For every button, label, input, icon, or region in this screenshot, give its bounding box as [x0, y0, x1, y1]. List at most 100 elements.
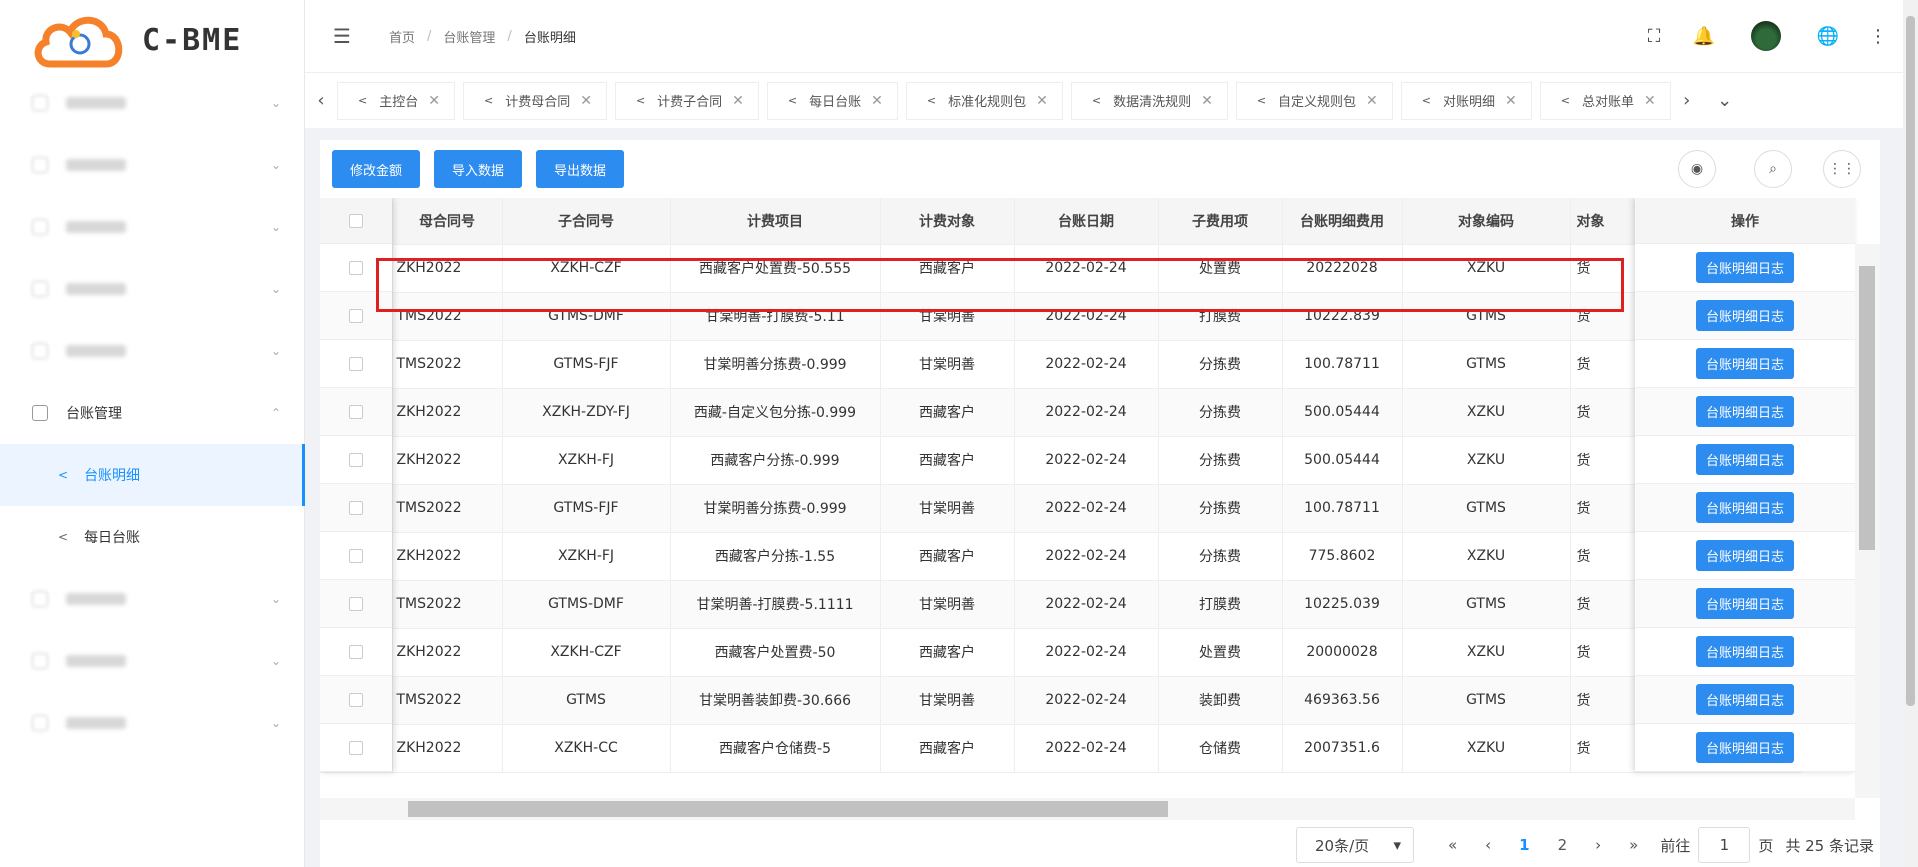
- sidebar-subitem-ledger-detail[interactable]: < 台账明细: [0, 444, 305, 506]
- tab-standard-rules[interactable]: < 标准化规则包 ✕: [905, 81, 1063, 120]
- tab-scroll-right-icon[interactable]: ›: [1671, 90, 1703, 111]
- ledger-log-button[interactable]: 台账明细日志: [1695, 636, 1794, 667]
- ledger-log-button[interactable]: 台账明细日志: [1695, 348, 1794, 379]
- export-data-button[interactable]: 导出数据: [536, 150, 625, 188]
- header-sub-fee[interactable]: 子费用项: [1158, 198, 1283, 245]
- vertical-scrollbar[interactable]: [1855, 244, 1880, 798]
- avatar[interactable]: [1751, 21, 1781, 51]
- header-billing-item[interactable]: 计费项目: [670, 198, 881, 245]
- menu-collapse-icon[interactable]: ☰: [333, 24, 353, 48]
- sidebar-item-7[interactable]: ⌄: [0, 630, 305, 692]
- share-icon: <: [926, 94, 937, 107]
- tab-daily-ledger[interactable]: < 每日台账 ✕: [766, 81, 898, 120]
- row-checkbox[interactable]: [349, 692, 363, 707]
- close-icon[interactable]: ✕: [1366, 93, 1378, 109]
- row-checkbox[interactable]: [349, 644, 363, 659]
- ledger-log-button[interactable]: 台账明细日志: [1695, 492, 1794, 523]
- close-icon[interactable]: ✕: [428, 93, 440, 109]
- page-number-2[interactable]: 2: [1558, 836, 1568, 854]
- bell-icon[interactable]: 🔔: [1692, 24, 1716, 48]
- tab-dropdown-icon[interactable]: ⌄: [1709, 90, 1741, 111]
- next-page-icon[interactable]: ›: [1595, 836, 1601, 854]
- sidebar-item-8[interactable]: ⌄: [0, 692, 305, 754]
- tab-reconciliation-detail[interactable]: < 对账明细 ✕: [1400, 81, 1532, 120]
- grid-icon[interactable]: ⋮⋮: [1823, 150, 1861, 188]
- close-icon[interactable]: ✕: [1036, 93, 1048, 109]
- header-object-code[interactable]: 对象编码: [1402, 198, 1571, 245]
- page-size-select[interactable]: 20条/页 ▾: [1295, 827, 1414, 863]
- close-icon[interactable]: ✕: [1201, 93, 1213, 109]
- sidebar-item-3[interactable]: ⌄: [0, 258, 305, 320]
- sidebar-item-4[interactable]: ⌄: [0, 320, 305, 382]
- tab-scroll-left-icon[interactable]: ‹: [305, 90, 337, 111]
- goto-page-input[interactable]: 1: [1698, 827, 1751, 863]
- page-number-1[interactable]: 1: [1519, 836, 1529, 854]
- last-page-icon[interactable]: »: [1629, 836, 1638, 854]
- tab-child-contract[interactable]: < 计费子合同 ✕: [614, 81, 759, 120]
- ledger-log-button[interactable]: 台账明细日志: [1695, 540, 1794, 571]
- row-checkbox[interactable]: [349, 308, 363, 323]
- close-icon[interactable]: ✕: [580, 93, 592, 109]
- ledger-log-button[interactable]: 台账明细日志: [1695, 300, 1794, 331]
- row-checkbox[interactable]: [349, 740, 363, 755]
- row-checkbox[interactable]: [349, 404, 363, 419]
- scrollbar-thumb[interactable]: [1859, 266, 1875, 550]
- sidebar-item-0[interactable]: ⌄: [0, 72, 305, 134]
- import-data-button[interactable]: 导入数据: [434, 150, 523, 188]
- table-cell: 甘棠明善: [880, 292, 1015, 341]
- row-checkbox[interactable]: [349, 260, 363, 275]
- fullscreen-icon[interactable]: ⛶: [1642, 24, 1666, 48]
- horizontal-scrollbar[interactable]: [320, 798, 1855, 820]
- breadcrumb-home[interactable]: 首页: [389, 27, 415, 46]
- tab-parent-contract[interactable]: < 计费母合同 ✕: [462, 81, 607, 120]
- sidebar-item-2[interactable]: ⌄: [0, 196, 305, 258]
- row-checkbox[interactable]: [349, 500, 363, 515]
- row-checkbox[interactable]: [349, 596, 363, 611]
- header-child-contract[interactable]: 子合同号: [502, 198, 671, 245]
- row-checkbox[interactable]: [349, 356, 363, 371]
- prev-page-icon[interactable]: ‹: [1485, 836, 1491, 854]
- table-cell: TMS2022: [392, 580, 503, 629]
- share-icon: <: [635, 94, 646, 107]
- ledger-log-button[interactable]: 台账明细日志: [1695, 588, 1794, 619]
- tab-dashboard[interactable]: < 主控台 ✕: [337, 81, 455, 120]
- globe-icon[interactable]: 🌐: [1816, 24, 1840, 48]
- header-parent-contract[interactable]: 母合同号: [392, 198, 503, 245]
- scrollbar-thumb[interactable]: [1906, 16, 1915, 706]
- close-icon[interactable]: ✕: [732, 93, 744, 109]
- breadcrumb-parent[interactable]: 台账管理: [443, 27, 495, 46]
- first-page-icon[interactable]: «: [1448, 836, 1457, 854]
- sidebar-item-ledger[interactable]: 台账管理 ⌃: [0, 382, 305, 444]
- row-action-cell: 台账明细日志: [1635, 724, 1855, 772]
- menu-icon: [32, 281, 48, 297]
- ledger-log-button[interactable]: 台账明细日志: [1695, 732, 1794, 763]
- sidebar-item-1[interactable]: ⌄: [0, 134, 305, 196]
- close-icon[interactable]: ✕: [871, 93, 883, 109]
- ledger-log-button[interactable]: 台账明细日志: [1695, 444, 1794, 475]
- ledger-log-button[interactable]: 台账明细日志: [1695, 252, 1794, 283]
- header-detail-fee[interactable]: 台账明细费用: [1282, 198, 1403, 245]
- close-icon[interactable]: ✕: [1505, 93, 1517, 109]
- row-checkbox[interactable]: [349, 452, 363, 467]
- ledger-log-button[interactable]: 台账明细日志: [1695, 396, 1794, 427]
- scrollbar-thumb[interactable]: [408, 801, 1168, 817]
- close-icon[interactable]: ✕: [1644, 93, 1656, 109]
- sidebar-item-6[interactable]: ⌄: [0, 568, 305, 630]
- edit-amount-button[interactable]: 修改金额: [332, 150, 421, 188]
- ledger-log-button[interactable]: 台账明细日志: [1695, 684, 1794, 715]
- header-ledger-date[interactable]: 台账日期: [1014, 198, 1159, 245]
- table-cell: 100.78711: [1282, 484, 1403, 533]
- table-row: ZKH2022 XZKH-CC 西藏客户仓储费-5 西藏客户 2022-02-24 仓储费…: [320, 724, 1801, 773]
- row-checkbox[interactable]: [349, 548, 363, 563]
- select-all-checkbox[interactable]: [349, 213, 363, 228]
- more-vertical-icon[interactable]: ⋮: [1866, 24, 1890, 48]
- tab-total-statement[interactable]: < 总对账单 ✕: [1539, 81, 1671, 120]
- page-scrollbar[interactable]: [1903, 0, 1918, 867]
- tab-cleaning-rules[interactable]: < 数据清洗规则 ✕: [1070, 81, 1228, 120]
- eye-icon[interactable]: ◉: [1678, 150, 1716, 188]
- table-cell: 分拣费: [1158, 388, 1283, 437]
- search-icon[interactable]: ⌕: [1754, 150, 1792, 188]
- header-billing-object[interactable]: 计费对象: [880, 198, 1015, 245]
- tab-custom-rules[interactable]: < 自定义规则包 ✕: [1235, 81, 1393, 120]
- sidebar-subitem-daily-ledger[interactable]: < 每日台账: [0, 506, 305, 568]
